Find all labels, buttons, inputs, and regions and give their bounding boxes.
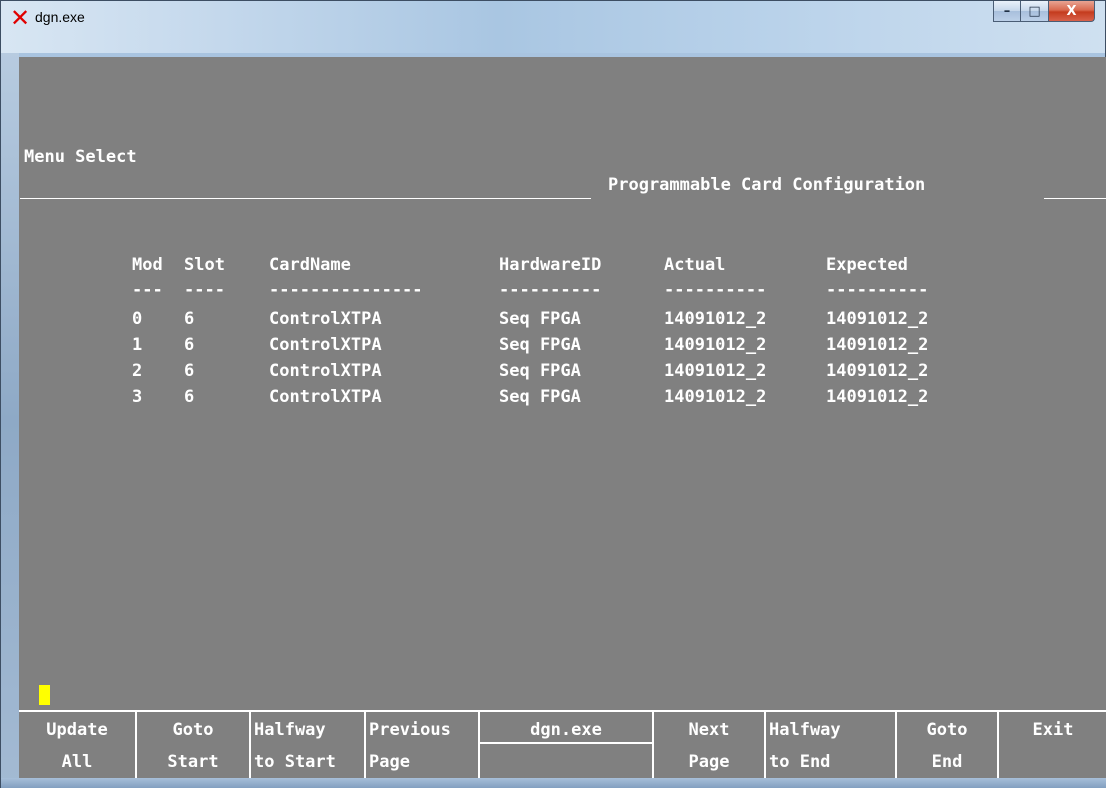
table-cell-actual: 14091012_2: [664, 361, 767, 381]
key-divider: [480, 742, 652, 744]
key-label-line1: Update: [46, 720, 108, 740]
maximize-button[interactable]: □: [1021, 1, 1049, 22]
title-rule-right: [1044, 198, 1106, 199]
column-header-mod: Mod: [132, 255, 163, 275]
table-cell-cardname: ControlXTPA: [269, 387, 382, 407]
section-title: Programmable Card Configuration: [608, 175, 926, 195]
column-header-expected: Expected: [826, 255, 908, 275]
key-label-line2: All: [61, 752, 93, 772]
window-title: dgn.exe: [35, 9, 85, 25]
key-label-line2: End: [931, 752, 963, 772]
key-label-line1: Goto: [172, 720, 214, 740]
column-separator-expected: ----------: [826, 280, 929, 300]
maximize-icon: □: [1028, 3, 1041, 19]
table-cell-cardname: ControlXTPA: [269, 361, 382, 381]
window-left-border: [1, 53, 19, 787]
column-separator-cardname: ---------------: [269, 280, 423, 300]
update-all-key[interactable]: Update All: [19, 712, 137, 780]
column-header-cardname: CardName: [269, 255, 351, 275]
table-cell-cardname: ControlXTPA: [269, 309, 382, 329]
close-icon: X: [1066, 3, 1077, 19]
column-header-slot: Slot: [184, 255, 225, 275]
key-label-line2: Page: [369, 752, 410, 772]
table-cell-slot: 6: [184, 387, 195, 407]
column-separator-hardwareid: ----------: [499, 280, 602, 300]
goto-start-key[interactable]: Goto Start: [137, 712, 251, 780]
table-cell-hardwareid: Seq FPGA: [499, 361, 581, 381]
table-cell-expected: 14091012_2: [826, 361, 929, 381]
table-cell-mod: 1: [132, 335, 143, 355]
key-label-line1: Goto: [926, 720, 968, 740]
text-cursor: [39, 685, 50, 705]
column-separator-slot: ----: [184, 280, 225, 300]
table-cell-mod: 0: [132, 309, 143, 329]
console-screen[interactable]: Menu Select Programmable Card Configurat…: [19, 57, 1106, 710]
key-label-line1: Halfway: [769, 720, 841, 740]
table-cell-actual: 14091012_2: [664, 387, 767, 407]
table-cell-actual: 14091012_2: [664, 309, 767, 329]
key-label-line1: dgn.exe: [530, 720, 602, 740]
halfway-to-start-key[interactable]: Halfway to Start: [251, 712, 366, 780]
title-bar[interactable]: ✕ dgn.exe – □ X: [1, 1, 1105, 53]
exit-key[interactable]: Exit: [999, 712, 1106, 780]
table-cell-expected: 14091012_2: [826, 309, 929, 329]
table-cell-expected: 14091012_2: [826, 387, 929, 407]
key-label-line2: Page: [688, 752, 730, 772]
key-label-line1: Previous: [369, 720, 451, 740]
key-label-line1: Exit: [1032, 720, 1074, 740]
function-key-bar: Update All Goto Start Halfway to Start Previou…: [19, 710, 1106, 780]
column-header-hardwareid: HardwareID: [499, 255, 602, 275]
key-label-line1: Next: [688, 720, 730, 740]
table-cell-actual: 14091012_2: [664, 335, 767, 355]
key-label-line2: to Start: [254, 752, 336, 772]
table-cell-mod: 2: [132, 361, 143, 381]
key-label-line2: to End: [769, 752, 831, 772]
app-window: ✕ dgn.exe – □ X Menu Select Programmable…: [0, 0, 1106, 788]
minimize-icon: –: [1003, 3, 1011, 19]
goto-end-key[interactable]: Goto End: [897, 712, 999, 780]
halfway-to-end-key[interactable]: Halfway to End: [766, 712, 897, 780]
title-rule-left: [20, 198, 591, 199]
column-separator-actual: ----------: [664, 280, 767, 300]
table-cell-mod: 3: [132, 387, 143, 407]
column-separator-mod: ---: [132, 280, 163, 300]
close-button[interactable]: X: [1049, 1, 1095, 22]
table-cell-slot: 6: [184, 361, 195, 381]
table-cell-expected: 14091012_2: [826, 335, 929, 355]
window-controls: – □ X: [993, 1, 1095, 23]
key-label-line1: Halfway: [254, 720, 326, 740]
column-header-actual: Actual: [664, 255, 726, 275]
table-cell-hardwareid: Seq FPGA: [499, 387, 581, 407]
menu-select-label: Menu Select: [24, 147, 137, 167]
table-cell-hardwareid: Seq FPGA: [499, 335, 581, 355]
table-cell-cardname: ControlXTPA: [269, 335, 382, 355]
table-cell-hardwareid: Seq FPGA: [499, 309, 581, 329]
table-cell-slot: 6: [184, 309, 195, 329]
window-bottom-border: [1, 778, 1106, 788]
dgn-exe-key[interactable]: dgn.exe: [480, 712, 654, 780]
key-label-line2: Start: [167, 752, 219, 772]
minimize-button[interactable]: –: [993, 1, 1021, 22]
previous-page-key[interactable]: Previous Page: [366, 712, 480, 780]
next-page-key[interactable]: Next Page: [654, 712, 766, 780]
table-cell-slot: 6: [184, 335, 195, 355]
x-logo-icon: ✕: [9, 4, 31, 32]
